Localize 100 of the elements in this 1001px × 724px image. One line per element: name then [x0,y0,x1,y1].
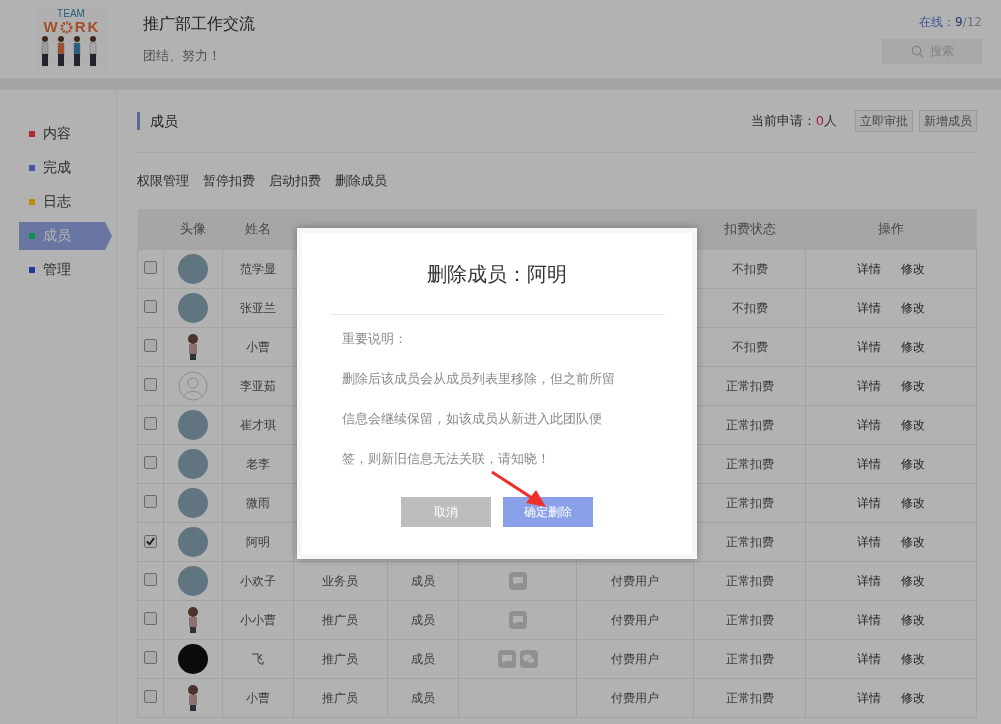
member-name: 李亚茹 [239,378,276,393]
search-icon [910,45,924,58]
table-cell: 推广员 [322,612,359,627]
row-action-link[interactable]: 修改 [901,300,926,315]
member-name: 范学显 [239,261,276,276]
sidebar-item[interactable]: 日志 [19,188,112,216]
row-action-link[interactable]: 详情 [857,456,882,471]
table-cell: 不扣费 [731,261,768,276]
row-action-link[interactable]: 详情 [857,651,882,666]
sidebar-item[interactable]: 管理 [19,256,112,284]
pending-requests: 当前申请：0人 [750,112,837,130]
chat-icon [508,572,527,590]
row-action-link[interactable]: 修改 [901,417,926,432]
member-name: 小曹 [245,339,270,354]
row-action-link[interactable]: 修改 [901,495,926,510]
table-cell: 成员 [410,651,435,666]
sidebar-item[interactable]: 内容 [19,120,112,148]
table-cell: 正常扣费 [725,456,774,471]
row-action-link[interactable]: 修改 [901,261,926,276]
table-cell: 付费用户 [611,651,660,666]
avatar-photo [177,488,208,518]
chat-icon [497,650,516,668]
column-header: 操作 [878,221,905,236]
avatar-photo [177,254,208,284]
sidebar-label: 管理 [43,261,71,279]
logo-text: TEAM [57,8,85,19]
row-action-link[interactable]: 修改 [901,690,926,705]
table-cell: 业务员 [322,573,359,588]
row-action-link[interactable]: 详情 [857,417,882,432]
row-action-link[interactable]: 详情 [857,339,882,354]
row-checkbox[interactable] [144,456,157,469]
row-action-link[interactable]: 修改 [901,651,926,666]
avatar-figure-icon [185,606,200,634]
row-checkbox[interactable] [144,261,157,274]
member-name: 老李 [245,456,270,471]
row-action-link[interactable]: 详情 [857,300,882,315]
row-action-link[interactable]: 详情 [857,534,882,549]
table-cell: 正常扣费 [725,651,774,666]
action-link[interactable]: 启动扣费 [269,172,321,190]
note-text: 签，则新旧信息无法关联，请知晓！ [342,450,551,468]
row-checkbox[interactable] [144,417,157,430]
sidebar-item[interactable]: 完成 [19,154,112,182]
row-action-link[interactable]: 详情 [857,690,882,705]
row-checkbox[interactable] [144,535,157,548]
row-checkbox[interactable] [144,651,157,664]
row-checkbox[interactable] [144,300,157,313]
header-button[interactable]: 新增成员 [919,110,977,132]
wechat-icon [519,650,538,668]
column-header: 姓名 [244,221,271,236]
avatar-photo [177,644,208,674]
row-checkbox[interactable] [144,339,157,352]
action-link[interactable]: 暂停扣费 [203,172,255,190]
avatar-figure-icon [185,684,200,712]
row-checkbox[interactable] [144,690,157,703]
row-action-link[interactable]: 修改 [901,339,926,354]
avatar-silhouette-icon [177,371,208,401]
header-button[interactable]: 立即审批 [855,110,913,132]
row-checkbox[interactable] [144,378,157,391]
table-cell: 正常扣费 [725,612,774,627]
row-action-link[interactable]: 详情 [857,495,882,510]
row-checkbox[interactable] [144,495,157,508]
row-action-link[interactable]: 修改 [901,612,926,627]
gear-icon [59,20,73,34]
action-link[interactable]: 权限管理 [137,172,189,190]
table-cell: 推广员 [322,651,359,666]
row-action-link[interactable]: 修改 [901,534,926,549]
note-text: 删除后该成员会从成员列表里移除，但之前所留 [342,370,616,388]
table-cell: 正常扣费 [725,378,774,393]
member-name: 小小曹 [239,612,276,627]
section-title: 成员 [137,112,751,130]
table-cell: 付费用户 [611,690,660,705]
row-action-link[interactable]: 详情 [857,612,882,627]
row-action-link[interactable]: 详情 [857,261,882,276]
column-header: 扣费状态 [723,221,776,236]
row-action-link[interactable]: 修改 [901,456,926,471]
row-action-link[interactable]: 修改 [901,573,926,588]
sidebar-label: 成员 [43,227,71,245]
row-action-link[interactable]: 修改 [901,378,926,393]
logo-letter: W [43,19,58,35]
row-action-link[interactable]: 详情 [857,378,882,393]
member-name: 微雨 [245,495,270,510]
avatar-figure-icon [185,333,200,361]
group-title: 推广部工作交流 [143,13,256,35]
table-cell: 正常扣费 [725,495,774,510]
row-checkbox[interactable] [144,573,157,586]
avatar-photo [177,293,208,323]
row-checkbox[interactable] [144,612,157,625]
member-name: 小欢子 [239,573,276,588]
member-name: 小曹 [245,690,270,705]
table-cell: 成员 [410,573,435,588]
table-cell: 推广员 [322,690,359,705]
column-header: 头像 [179,221,206,236]
member-name: 飞 [251,651,264,666]
online-count: 在线：9/12 [919,14,982,31]
table-cell: 付费用户 [611,612,660,627]
pointer-arrow [490,470,548,508]
table-cell: 正常扣费 [725,690,774,705]
note-text: 信息会继续保留，如该成员从新进入此团队便 [342,410,603,428]
action-link[interactable]: 删除成员 [335,172,387,190]
row-action-link[interactable]: 详情 [857,573,882,588]
